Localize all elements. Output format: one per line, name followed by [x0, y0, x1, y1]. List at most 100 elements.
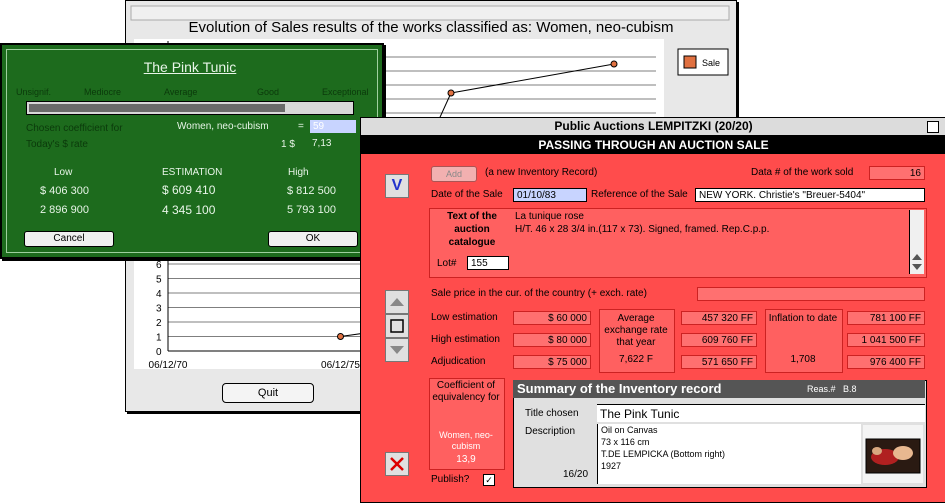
low-est-field[interactable]: $ 60 000: [513, 311, 591, 325]
y-tick-label-5: 5: [156, 275, 162, 286]
inf-low-field[interactable]: 781 100 FF: [847, 311, 925, 325]
reas-value: B.8: [843, 384, 857, 394]
coef-label: Chosen coefficient for: [26, 123, 123, 134]
lot-label: Lot#: [437, 258, 457, 269]
down-check-icon[interactable]: V: [385, 174, 409, 198]
high-est-label: High estimation: [431, 334, 500, 345]
artwork-thumbnail-icon: [865, 438, 921, 474]
description-count: 16/20: [563, 469, 589, 480]
catalogue-text-line1[interactable]: La tunique rose: [515, 211, 584, 222]
scale-label-2: Mediocre: [84, 87, 122, 97]
catalogue-text-line2[interactable]: H/T. 46 x 28 3/4 in.(117 x 73). Signed, …: [515, 224, 769, 235]
up-arrow-icon: [390, 298, 404, 306]
scale-label-5: Exceptional: [322, 87, 369, 97]
ok-button[interactable]: OK: [268, 231, 358, 247]
cancel-button[interactable]: Cancel: [24, 231, 114, 247]
saleprice-label: Sale price in the cur. of the country (+…: [431, 288, 647, 299]
y-tick-label-0: 0: [156, 347, 162, 358]
inf-high-field[interactable]: 1 041 500 FF: [847, 333, 925, 347]
adjudication-field[interactable]: $ 75 000: [513, 355, 591, 369]
ref-field[interactable]: NEW YORK. Christie's "Breuer-5404": [695, 188, 925, 202]
rate-value: 7,13: [312, 138, 332, 149]
chart-title: Evolution of Sales results of the works …: [188, 19, 674, 36]
ff-low-field[interactable]: 457 320 FF: [681, 311, 757, 325]
legend-swatch: [683, 55, 697, 69]
data-point-0: [337, 333, 344, 340]
scroll-up-icon[interactable]: [912, 254, 922, 260]
y-tick-label-6: 6: [156, 260, 162, 271]
coef-class: Women, neo-cubism: [177, 121, 269, 132]
catalogue-label: Text of the auction catalogue: [447, 211, 497, 248]
down-arrow-button[interactable]: [385, 338, 409, 362]
chart-window-titlebar[interactable]: [130, 5, 730, 21]
ff-adj-field[interactable]: 571 650 FF: [681, 355, 757, 369]
high-ff: 5 793 100: [287, 204, 336, 216]
artwork-thumbnail-frame: [863, 425, 923, 483]
close-icon: [390, 457, 404, 471]
y-tick-label-2: 2: [156, 318, 162, 329]
y-tick-label-4: 4: [156, 289, 162, 300]
auction-window-titlebar[interactable]: Public Auctions LEMPITZKI (20/20): [361, 118, 945, 136]
scale-label-3: Average: [164, 87, 198, 97]
description-line-1: Oil on Canvas: [601, 425, 658, 435]
stop-button[interactable]: [385, 314, 409, 338]
rate-label: Today's $ rate: [26, 139, 88, 150]
coef-input[interactable]: 59: [310, 120, 356, 133]
add-hint: (a new Inventory Record): [485, 167, 598, 178]
down-arrow-icon: [390, 346, 404, 354]
est-ff: 4 345 100: [162, 203, 216, 217]
quality-slider[interactable]: [26, 101, 354, 115]
ref-label: Reference of the Sale: [591, 189, 688, 200]
reas-label: Reas.#: [807, 384, 836, 394]
legend-label: Sale: [702, 58, 720, 68]
data-point-upper-1: [447, 89, 455, 97]
high-est-field[interactable]: $ 80 000: [513, 333, 591, 347]
low-est-label: Low estimation: [431, 312, 498, 323]
publish-label: Publish?: [431, 474, 470, 485]
rate-unit: 1 $: [281, 139, 295, 150]
scale-label-4: Good: [257, 87, 280, 97]
publish-checkbox[interactable]: ✓: [483, 474, 495, 486]
scroll-down-icon[interactable]: [912, 264, 922, 270]
delete-button[interactable]: [385, 452, 409, 476]
description-line-3: T.DE LEMPICKA (Bottom right): [601, 449, 726, 459]
zoom-box-icon[interactable]: [927, 121, 939, 133]
est-usd: $ 609 410: [162, 183, 216, 197]
up-arrow-button[interactable]: [385, 290, 409, 314]
catalogue-scrollbar[interactable]: [909, 210, 924, 274]
high-usd: $ 812 500: [287, 185, 336, 197]
saleprice-field[interactable]: [697, 287, 925, 301]
inflation-value: 1,708: [790, 354, 816, 365]
y-tick-label-1: 1: [156, 333, 162, 344]
data-num-field[interactable]: 16: [869, 166, 925, 180]
coef-value: 13,9: [456, 454, 476, 465]
dialog-title: The Pink Tunic: [143, 59, 237, 75]
avg-rate-value: 7,622 F: [619, 354, 653, 365]
data-point-upper-2: [610, 60, 618, 68]
col-high-header: High: [288, 167, 309, 178]
inflation-label: Inflation to date: [768, 313, 838, 324]
y-tick-label-3: 3: [156, 304, 162, 315]
inf-adj-field[interactable]: 976 400 FF: [847, 355, 925, 369]
title-chosen-field[interactable]: The Pink Tunic: [597, 404, 925, 422]
coef-class: Women, neo-cubism: [439, 430, 493, 451]
quit-button[interactable]: Quit: [222, 383, 314, 403]
x-tick-label-0: 06/12/70: [149, 360, 188, 371]
summary-title: Summary of the Inventory record: [517, 381, 722, 396]
section-header: PASSING THROUGH AN AUCTION SALE: [361, 136, 945, 154]
square-icon: [390, 319, 404, 333]
low-ff: 2 896 900: [40, 204, 89, 216]
title-chosen-label: Title chosen: [525, 408, 579, 419]
ff-high-field[interactable]: 609 760 FF: [681, 333, 757, 347]
auction-window-title: Public Auctions LEMPITZKI (20/20): [554, 119, 753, 133]
low-usd: $ 406 300: [40, 185, 89, 197]
lot-field[interactable]: 155: [467, 256, 509, 270]
col-est-header: ESTIMATION: [162, 167, 223, 178]
x-tick-label-1: 06/12/75: [321, 360, 360, 371]
date-field[interactable]: 01/10/83: [513, 188, 587, 202]
description-field[interactable]: Oil on Canvas 73 x 116 cm T.DE LEMPICKA …: [597, 424, 861, 484]
coef-eq: =: [298, 121, 304, 132]
add-button[interactable]: Add: [431, 166, 477, 182]
col-low-header: Low: [54, 167, 73, 178]
scale-label-1: Unsignif.: [16, 87, 52, 97]
